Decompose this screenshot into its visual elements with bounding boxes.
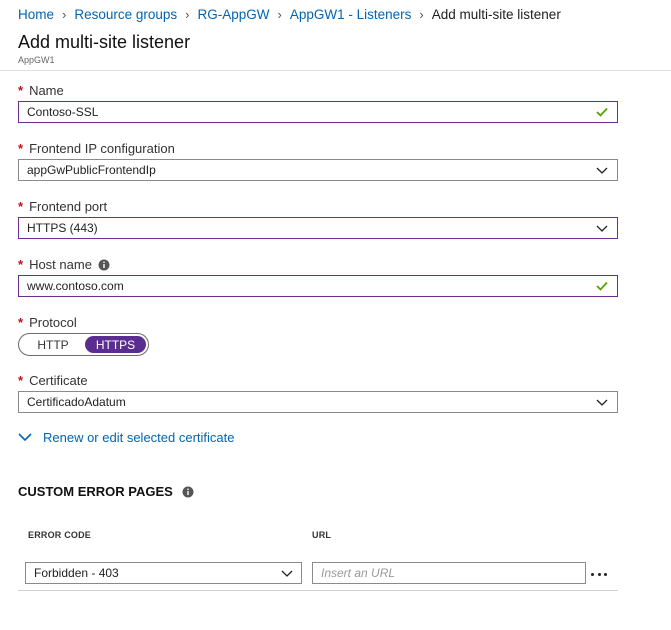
protocol-label: * Protocol xyxy=(18,315,77,330)
certificate-label: * Certificate xyxy=(18,373,88,388)
breadcrumb-current: Add multi-site listener xyxy=(431,6,561,22)
required-marker: * xyxy=(18,315,24,330)
required-marker: * xyxy=(18,141,24,156)
breadcrumb-home[interactable]: Home xyxy=(18,7,54,22)
required-marker: * xyxy=(18,373,24,388)
frontend-port-label: * Frontend port xyxy=(18,199,107,214)
name-input[interactable]: Contoso-SSL xyxy=(18,101,618,123)
protocol-label-text: Protocol xyxy=(29,315,77,330)
frontend-port-select[interactable]: HTTPS (443) xyxy=(18,217,618,239)
custom-error-pages-title-text: CUSTOM ERROR PAGES xyxy=(18,484,173,499)
checkmark-icon xyxy=(595,105,609,119)
error-code-select[interactable]: Forbidden - 403 xyxy=(25,562,302,584)
frontend-ip-value: appGwPublicFrontendIp xyxy=(27,163,156,177)
frontend-port-value: HTTPS (443) xyxy=(27,221,98,235)
info-icon[interactable] xyxy=(98,259,110,271)
breadcrumb-listeners[interactable]: AppGW1 - Listeners xyxy=(290,7,412,22)
breadcrumb-resource-groups[interactable]: Resource groups xyxy=(74,7,177,22)
chevron-down-icon xyxy=(18,433,32,442)
chevron-down-icon xyxy=(595,395,609,409)
host-name-label: * Host name xyxy=(18,257,110,272)
chevron-right-icon: › xyxy=(185,6,190,22)
renew-certificate-link[interactable]: Renew or edit selected certificate xyxy=(18,430,234,445)
header-divider xyxy=(0,70,671,71)
host-name-label-text: Host name xyxy=(29,257,92,272)
more-options-icon[interactable] xyxy=(591,570,607,578)
frontend-port-label-text: Frontend port xyxy=(29,199,108,214)
name-label: * Name xyxy=(18,83,64,98)
name-input-value: Contoso-SSL xyxy=(27,105,99,119)
breadcrumb: Home › Resource groups › RG-AppGW › AppG… xyxy=(18,5,561,23)
host-name-value: www.contoso.com xyxy=(27,279,124,293)
chevron-right-icon: › xyxy=(62,6,67,22)
chevron-right-icon: › xyxy=(277,6,282,22)
checkmark-icon xyxy=(595,279,609,293)
certificate-label-text: Certificate xyxy=(29,373,88,388)
protocol-toggle: HTTP HTTPS xyxy=(18,333,149,356)
breadcrumb-rg-appgw[interactable]: RG-AppGW xyxy=(198,7,270,22)
row-divider xyxy=(18,590,618,591)
chevron-right-icon: › xyxy=(419,6,424,22)
certificate-value: CertificadoAdatum xyxy=(27,395,126,409)
protocol-option-https[interactable]: HTTPS xyxy=(85,336,146,353)
required-marker: * xyxy=(18,199,24,214)
column-header-error-code: ERROR CODE xyxy=(28,530,92,540)
frontend-ip-label: * Frontend IP configuration xyxy=(18,141,175,156)
info-icon[interactable] xyxy=(182,486,194,498)
frontend-ip-select[interactable]: appGwPublicFrontendIp xyxy=(18,159,618,181)
custom-error-pages-title: CUSTOM ERROR PAGES xyxy=(18,484,194,499)
host-name-input[interactable]: www.contoso.com xyxy=(18,275,618,297)
required-marker: * xyxy=(18,257,24,272)
page-title: Add multi-site listener xyxy=(18,32,191,52)
chevron-down-icon xyxy=(281,570,293,577)
chevron-down-icon xyxy=(595,163,609,177)
certificate-select[interactable]: CertificadoAdatum xyxy=(18,391,618,413)
chevron-down-icon xyxy=(595,221,609,235)
protocol-option-http[interactable]: HTTP xyxy=(22,336,84,353)
error-code-value: Forbidden - 403 xyxy=(34,566,119,580)
page-subtitle: AppGW1 xyxy=(18,55,55,65)
column-header-url: URL xyxy=(312,530,332,540)
required-marker: * xyxy=(18,83,24,98)
name-label-text: Name xyxy=(29,83,64,98)
frontend-ip-label-text: Frontend IP configuration xyxy=(29,141,175,156)
renew-certificate-link-text: Renew or edit selected certificate xyxy=(43,430,235,445)
error-url-input[interactable] xyxy=(312,562,586,584)
